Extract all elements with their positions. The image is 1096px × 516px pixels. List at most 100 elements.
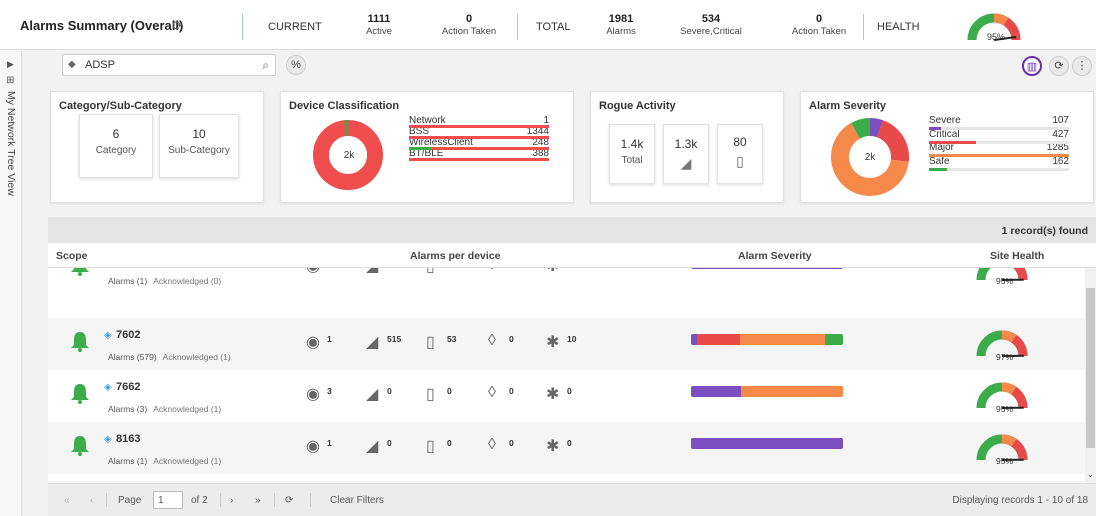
access-point-icon: ◉ (306, 334, 320, 351)
rogue-total-tile[interactable]: 1.4k Total (609, 124, 655, 184)
wifi-icon: ◢ (366, 386, 379, 403)
col-scope[interactable]: Scope (56, 250, 88, 262)
sensor-icon: ◊ (488, 384, 496, 401)
clear-filters-button[interactable]: Clear Filters (330, 495, 384, 506)
prev-page-icon[interactable]: ‹ (90, 495, 93, 506)
severity-bar[interactable] (691, 386, 843, 397)
more-options-button[interactable]: ⋮ (1072, 56, 1092, 76)
divider (274, 493, 275, 507)
refresh-button[interactable]: ⟳ (1049, 56, 1069, 76)
next-page-icon[interactable]: › (230, 495, 233, 506)
col-alarm-severity[interactable]: Alarm Severity (738, 250, 812, 262)
refresh-icon[interactable]: ⟳ (172, 18, 183, 34)
alarm-summary: Alarms (579) Acknowledged (1) (108, 352, 231, 362)
severity-bar[interactable] (691, 268, 843, 269)
site-name[interactable]: 7602 (116, 329, 140, 341)
mobile-device-icon: ▯ (426, 334, 435, 351)
legend-name: Safe (929, 155, 950, 167)
device-count: 0 (567, 386, 572, 396)
stat-alarms: 1981 Alarms (606, 13, 636, 37)
legend-bar (929, 127, 941, 130)
card-title: Device Classification (289, 100, 400, 112)
expand-arrow-icon[interactable]: ▶ (7, 59, 14, 70)
device-count: 0 (447, 386, 452, 396)
device-count: 10 (567, 334, 577, 344)
filter-link-button[interactable]: % (286, 55, 306, 75)
display-count: Displaying records 1 - 10 of 18 (952, 495, 1088, 506)
current-label: CURRENT (268, 21, 322, 33)
table-row[interactable]: ◈ 7602 Alarms (579) Acknowledged (1) ◉ 1 ◢ 515 ▯… (48, 318, 1085, 370)
legend-track (929, 154, 1069, 157)
table-row[interactable]: ◈ 8163 Alarms (1) Acknowledged (1) ◉ 1 ◢ 0 ▯ 0 ◊ 0 ✱… (48, 422, 1085, 474)
severity-segment (691, 268, 843, 269)
device-count: 0 (509, 438, 514, 448)
device-count: 1 (327, 334, 332, 344)
bell-icon (71, 384, 89, 404)
rogue-wifi-tile[interactable]: 1.3k ◢ (663, 124, 709, 184)
rogue-activity-card: Rogue Activity 1.4k Total 1.3k ◢ 80 ▯ (590, 91, 784, 203)
bluetooth-icon: ✱ (546, 268, 559, 276)
site-icon: ◈ (104, 382, 112, 393)
device-count: 0 (387, 386, 392, 396)
device-count: 0 (509, 334, 514, 344)
search-value: ADSP (85, 59, 115, 71)
page-title: Alarms Summary (Overall) (20, 18, 184, 33)
page-total: of 2 (191, 495, 208, 506)
device-count: 1 (327, 438, 332, 448)
severity-bar[interactable] (691, 334, 843, 345)
legend-track (929, 140, 1069, 144)
last-page-icon[interactable]: » (255, 495, 261, 506)
severity-segment (739, 334, 825, 345)
legend-track (929, 127, 1069, 130)
records-bar: 1 record(s) found (48, 217, 1096, 243)
network-tree-label[interactable]: My Network Tree View (5, 91, 17, 196)
chart-view-button[interactable]: ▥ (1022, 56, 1042, 76)
severity-bar[interactable] (691, 438, 843, 449)
page-number-input[interactable]: 1 (153, 491, 183, 509)
bluetooth-icon: ✱ (546, 386, 560, 403)
alarm-summary: Alarms (3) Acknowledged (1) (108, 404, 222, 414)
site-name[interactable]: 8163 (116, 433, 140, 445)
device-count: 0 (447, 438, 452, 448)
refresh-icon[interactable]: ⟳ (285, 495, 293, 506)
category-tile[interactable]: 6 Category (79, 114, 153, 178)
sensor-icon: ◊ (488, 268, 496, 274)
search-icon[interactable]: ⌕ (262, 58, 269, 73)
kebab-menu-icon: ⋮ (1076, 60, 1088, 72)
divider (517, 14, 518, 40)
wifi-icon: ◢ (366, 438, 379, 455)
stat-action-taken: 0 Action Taken (441, 13, 497, 37)
legend-bar (929, 154, 1069, 157)
card-title: Rogue Activity (599, 100, 676, 112)
divider (310, 493, 311, 507)
device-count: 53 (447, 334, 457, 344)
rogue-device-tile[interactable]: 80 ▯ (717, 124, 763, 184)
col-site-health[interactable]: Site Health (990, 250, 1044, 262)
table-row[interactable]: Alarms (1)Acknowledged (0)◉1◢0▯0◊0✱095% (48, 268, 1085, 294)
table-scrollbar[interactable]: ⌄ (1085, 268, 1096, 481)
pagination-bar: « ‹ Page 1 of 2 › » ⟳ Clear Filters Disp… (48, 483, 1096, 516)
card-title: Alarm Severity (809, 100, 887, 112)
access-point-icon: ◉ (306, 438, 320, 455)
table-row[interactable]: ◈ 7662 Alarms (3) Acknowledged (1) ◉ 3 ◢ 0 ▯ 0 ◊ 0 ✱… (48, 370, 1085, 422)
col-alarms-per-device[interactable]: Alarms per device (410, 250, 500, 262)
severity-segment (691, 438, 843, 449)
legend-name: Severe (929, 115, 961, 126)
legend-bar (409, 158, 549, 161)
site-search-input[interactable]: ◆ ADSP ⌕ (62, 54, 276, 76)
health-percent: 95% (987, 32, 1006, 42)
first-page-icon[interactable]: « (64, 495, 70, 506)
scrollbar-thumb[interactable] (1086, 288, 1095, 448)
scroll-down-icon[interactable]: ⌄ (1087, 470, 1094, 479)
access-point-icon: ◉ (306, 268, 320, 276)
site-name[interactable]: 7662 (116, 381, 140, 393)
site-health-percent: 95% (996, 404, 1014, 414)
legend-count: 162 (1052, 155, 1069, 167)
mobile-device-icon: ▯ (736, 153, 744, 169)
summary-header: Alarms Summary (Overall) ⟳ CURRENT 1111 … (0, 0, 1096, 50)
health-label: HEALTH (877, 21, 920, 33)
alarm-summary: Alarms (1) Acknowledged (1) (108, 456, 222, 466)
network-tree-rail[interactable]: ▶ ⊞ My Network Tree View (0, 51, 22, 516)
subcategory-tile[interactable]: 10 Sub-Category (159, 114, 239, 178)
donut-center-label: 2k (864, 152, 876, 163)
